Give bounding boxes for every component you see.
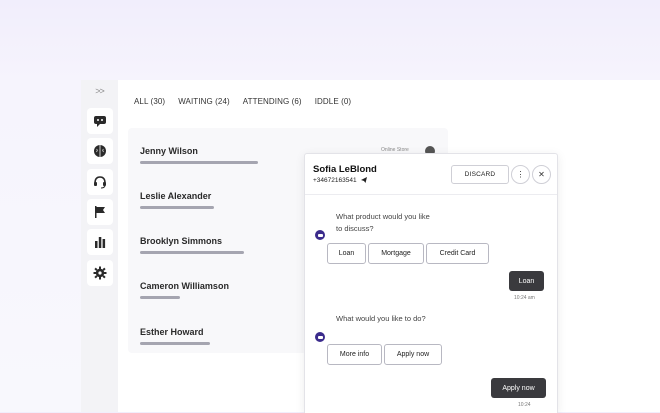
option-credit-card-button[interactable]: Credit Card bbox=[426, 243, 489, 264]
contact-name: Jenny Wilson bbox=[140, 146, 198, 156]
chat-panel: Sofia LeBlond +34672163541 DISCARD ⋮ ✕ W… bbox=[304, 153, 558, 413]
contact-name: Esther Howard bbox=[140, 327, 204, 337]
message-preview-placeholder bbox=[140, 342, 210, 345]
message-preview-placeholder bbox=[140, 206, 214, 209]
message-preview-placeholder bbox=[140, 296, 180, 299]
expand-sidebar-button[interactable]: >> bbox=[81, 86, 118, 96]
message-timestamp: 10:24 bbox=[518, 402, 531, 408]
bar-chart-icon[interactable] bbox=[87, 229, 113, 255]
contact-name: Leslie Alexander bbox=[140, 191, 212, 201]
flag-icon[interactable] bbox=[87, 199, 113, 225]
user-message: Loan bbox=[509, 271, 544, 291]
user-message: Apply now bbox=[491, 378, 546, 398]
tab-all[interactable]: ALL (30) bbox=[134, 97, 165, 106]
tab-waiting[interactable]: WAITING (24) bbox=[178, 97, 230, 106]
sidebar-rail: >> bbox=[81, 80, 118, 412]
tab-attending[interactable]: ATTENDING (6) bbox=[243, 97, 302, 106]
chat-contact-name: Sofia LeBlond bbox=[313, 164, 377, 175]
option-more-info-button[interactable]: More info bbox=[327, 344, 382, 365]
bot-message: What product would you like to discuss? bbox=[336, 212, 430, 233]
tab-iddle[interactable]: IDDLE (0) bbox=[315, 97, 351, 106]
chat-header-divider bbox=[305, 194, 557, 195]
gear-icon[interactable] bbox=[87, 260, 113, 286]
brain-icon[interactable] bbox=[87, 138, 113, 164]
bot-avatar-icon bbox=[315, 230, 325, 240]
more-options-button[interactable]: ⋮ bbox=[511, 165, 530, 184]
phone-number: +34672163541 bbox=[313, 177, 357, 184]
filter-tabs: ALL (30) WAITING (24) ATTENDING (6) IDDL… bbox=[134, 97, 364, 106]
discard-button[interactable]: DISCARD bbox=[451, 165, 509, 184]
telegram-icon bbox=[360, 177, 367, 183]
contact-name: Brooklyn Simmons bbox=[140, 236, 223, 246]
bot-message: What would you like to do? bbox=[336, 314, 426, 323]
option-loan-button[interactable]: Loan bbox=[327, 243, 366, 264]
message-preview-placeholder bbox=[140, 161, 258, 164]
option-mortgage-button[interactable]: Mortgage bbox=[368, 243, 424, 264]
contact-name: Cameron Williamson bbox=[140, 281, 229, 291]
headset-icon[interactable] bbox=[87, 169, 113, 195]
close-chat-button[interactable]: ✕ bbox=[532, 165, 551, 184]
chat-bubble-icon[interactable] bbox=[87, 108, 113, 134]
message-timestamp: 10:24 am bbox=[514, 295, 535, 301]
chat-phone: +34672163541 bbox=[313, 177, 367, 184]
bot-avatar-icon bbox=[315, 332, 325, 342]
option-apply-now-button[interactable]: Apply now bbox=[384, 344, 442, 365]
message-preview-placeholder bbox=[140, 251, 244, 254]
